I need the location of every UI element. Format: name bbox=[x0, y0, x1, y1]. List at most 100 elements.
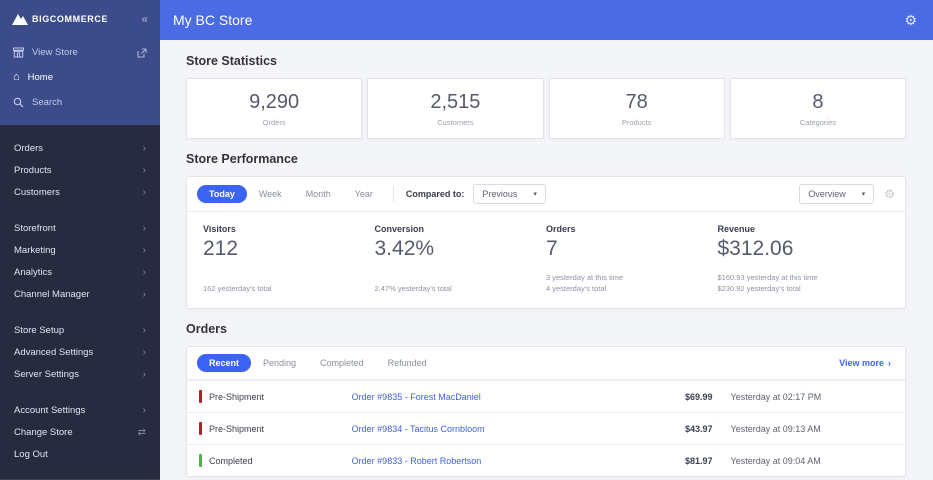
order-status-cell: Pre-Shipment bbox=[199, 390, 352, 403]
order-price: $81.97 bbox=[685, 455, 713, 466]
sidebar-item-label: Storefront bbox=[14, 222, 56, 234]
sidebar-item-label: Customers bbox=[14, 186, 60, 198]
tab-year[interactable]: Year bbox=[343, 185, 385, 203]
order-row[interactable]: Pre-Shipment Order #9835 - Forest MacDan… bbox=[187, 380, 905, 412]
chevron-right-icon: › bbox=[142, 404, 146, 416]
sidebar-item-label: Channel Manager bbox=[14, 288, 90, 300]
order-link[interactable]: Order #9833 - Robert Robertson bbox=[352, 456, 630, 466]
order-link[interactable]: Order #9835 - Forest MacDaniel bbox=[352, 392, 630, 402]
external-link-icon bbox=[137, 47, 147, 58]
order-row[interactable]: Completed Order #9833 - Robert Robertson… bbox=[187, 444, 905, 476]
sidebar-item-channel-manager[interactable]: Channel Manager › bbox=[0, 283, 160, 305]
sidebar-top-section: BIGCOMMERCE « View Store ⌂ Home Search bbox=[0, 0, 160, 125]
order-date: Yesterday at 09:04 AM bbox=[730, 455, 821, 466]
sidebar-item-view-store[interactable]: View Store bbox=[0, 40, 160, 65]
metric-conversion: Conversion 3.42% 2.47% yesterday's total bbox=[375, 224, 547, 295]
store-statistics-row: 9,290 Orders 2,515 Customers 78 Products… bbox=[186, 78, 906, 139]
chevron-right-icon: › bbox=[142, 368, 146, 380]
sidebar-item-account-settings[interactable]: Account Settings › bbox=[0, 399, 160, 421]
sidebar-item-label: Search bbox=[32, 97, 63, 108]
status-color-bar bbox=[199, 422, 202, 435]
sidebar-collapse-icon[interactable]: « bbox=[141, 12, 148, 26]
sidebar-item-products[interactable]: Products › bbox=[0, 159, 160, 181]
sidebar-item-change-store[interactable]: Change Store ⇄ bbox=[0, 421, 160, 443]
metric-revenue: Revenue $312.06 $160.93 yesterday at thi… bbox=[718, 224, 890, 295]
metric-subtext: $230.92 yesterday's total bbox=[717, 284, 801, 294]
metric-label: Orders bbox=[546, 224, 576, 234]
top-header: My BC Store ⚙ bbox=[160, 0, 933, 40]
tab-refunded[interactable]: Refunded bbox=[376, 354, 439, 372]
order-status: Completed bbox=[209, 455, 253, 466]
tab-month[interactable]: Month bbox=[294, 185, 343, 203]
view-more-link[interactable]: View more › bbox=[839, 358, 891, 368]
tab-completed[interactable]: Completed bbox=[308, 354, 376, 372]
orders-heading: Orders bbox=[186, 322, 227, 336]
order-status-cell: Completed bbox=[199, 454, 352, 467]
overview-value: Overview bbox=[808, 189, 846, 199]
sidebar-menu: Orders › Products › Customers › Storefront ›… bbox=[0, 125, 160, 479]
chevron-right-icon: › bbox=[142, 142, 146, 154]
sidebar-item-advanced-settings[interactable]: Advanced Settings › bbox=[0, 341, 160, 363]
order-row[interactable]: Pre-Shipment Order #9834 - Tacitus Cornb… bbox=[187, 412, 905, 444]
menu-group: Store Setup › Advanced Settings › Server S… bbox=[0, 319, 160, 385]
metric-value: 212 bbox=[203, 237, 239, 260]
content: Store Statistics 9,290 Orders 2,515 Cust… bbox=[160, 40, 933, 477]
orders-toolbar: Recent Pending Completed Refunded View m… bbox=[187, 347, 905, 380]
search-icon bbox=[13, 97, 24, 108]
menu-group: Orders › Products › Customers › bbox=[0, 137, 160, 203]
sidebar-item-marketing[interactable]: Marketing › bbox=[0, 239, 160, 261]
tab-today[interactable]: Today bbox=[197, 185, 247, 203]
sidebar-item-label: Analytics bbox=[14, 266, 53, 278]
stat-label: Products bbox=[621, 118, 652, 127]
metric-subtext: $160.93 yesterday at this time bbox=[717, 272, 818, 282]
store-performance-card: Today Week Month Year Compared to: Previ… bbox=[186, 176, 906, 309]
dropdown-arrow-icon: ▾ bbox=[533, 191, 537, 198]
compared-to-label: Compared to: bbox=[405, 189, 465, 199]
sidebar-item-home[interactable]: ⌂ Home bbox=[0, 65, 160, 90]
view-more-label: View more bbox=[839, 358, 884, 368]
order-date: Yesterday at 09:13 AM bbox=[730, 423, 821, 434]
overview-select[interactable]: Overview ▾ bbox=[799, 184, 875, 204]
toolbar-divider bbox=[392, 186, 394, 202]
stat-card-categories: 8 Categories bbox=[729, 78, 906, 139]
store-performance-heading: Store Performance bbox=[186, 152, 298, 166]
order-date: Yesterday at 02:17 PM bbox=[730, 391, 822, 402]
sidebar-item-storefront[interactable]: Storefront › bbox=[0, 217, 160, 239]
metric-subtext: 2.47% yesterday's total bbox=[374, 284, 452, 294]
sidebar-item-label: Orders bbox=[14, 142, 44, 154]
sidebar-item-analytics[interactable]: Analytics › bbox=[0, 261, 160, 283]
order-link[interactable]: Order #9834 - Tacitus Cornbloom bbox=[352, 424, 630, 434]
tab-recent[interactable]: Recent bbox=[197, 354, 252, 372]
logo-row: BIGCOMMERCE « bbox=[0, 0, 160, 40]
sidebar-item-label: Change Store bbox=[14, 426, 73, 438]
metric-value: 3.42% bbox=[374, 237, 435, 260]
bigcommerce-logo: BIGCOMMERCE bbox=[12, 13, 108, 25]
sidebar-item-label: Log Out bbox=[14, 448, 48, 460]
chevron-right-icon: › bbox=[142, 266, 146, 278]
metric-orders: Orders 7 3 yesterday at this time 4 yest… bbox=[546, 224, 718, 295]
status-color-bar bbox=[199, 454, 202, 467]
sidebar-item-customers[interactable]: Customers › bbox=[0, 181, 160, 203]
performance-settings-gear-icon[interactable]: ⚙ bbox=[884, 187, 895, 201]
main-area: My BC Store ⚙ Store Statistics 9,290 Ord… bbox=[160, 0, 933, 480]
sidebar: BIGCOMMERCE « View Store ⌂ Home Search O… bbox=[0, 0, 160, 480]
sidebar-item-log-out[interactable]: Log Out bbox=[0, 443, 160, 465]
chevron-right-icon: › bbox=[142, 244, 146, 256]
metric-subtext: 3 yesterday at this time bbox=[546, 272, 624, 282]
sidebar-item-search[interactable]: Search bbox=[0, 90, 160, 115]
stat-card-orders: 9,290 Orders bbox=[186, 78, 363, 139]
metric-value: $312.06 bbox=[717, 237, 794, 260]
sidebar-item-store-setup[interactable]: Store Setup › bbox=[0, 319, 160, 341]
metric-visitors: Visitors 212 162 yesterday's total bbox=[203, 224, 375, 295]
store-statistics-heading: Store Statistics bbox=[186, 54, 278, 68]
tab-pending[interactable]: Pending bbox=[251, 354, 308, 372]
order-status-cell: Pre-Shipment bbox=[199, 422, 352, 435]
settings-gear-icon[interactable]: ⚙ bbox=[904, 12, 917, 29]
metric-subtext: 162 yesterday's total bbox=[203, 284, 272, 294]
sidebar-item-orders[interactable]: Orders › bbox=[0, 137, 160, 159]
sidebar-item-label: Account Settings bbox=[14, 404, 86, 416]
performance-toolbar: Today Week Month Year Compared to: Previ… bbox=[187, 177, 905, 212]
tab-week[interactable]: Week bbox=[247, 185, 294, 203]
sidebar-item-server-settings[interactable]: Server Settings › bbox=[0, 363, 160, 385]
compared-to-select[interactable]: Previous ▾ bbox=[473, 184, 546, 204]
